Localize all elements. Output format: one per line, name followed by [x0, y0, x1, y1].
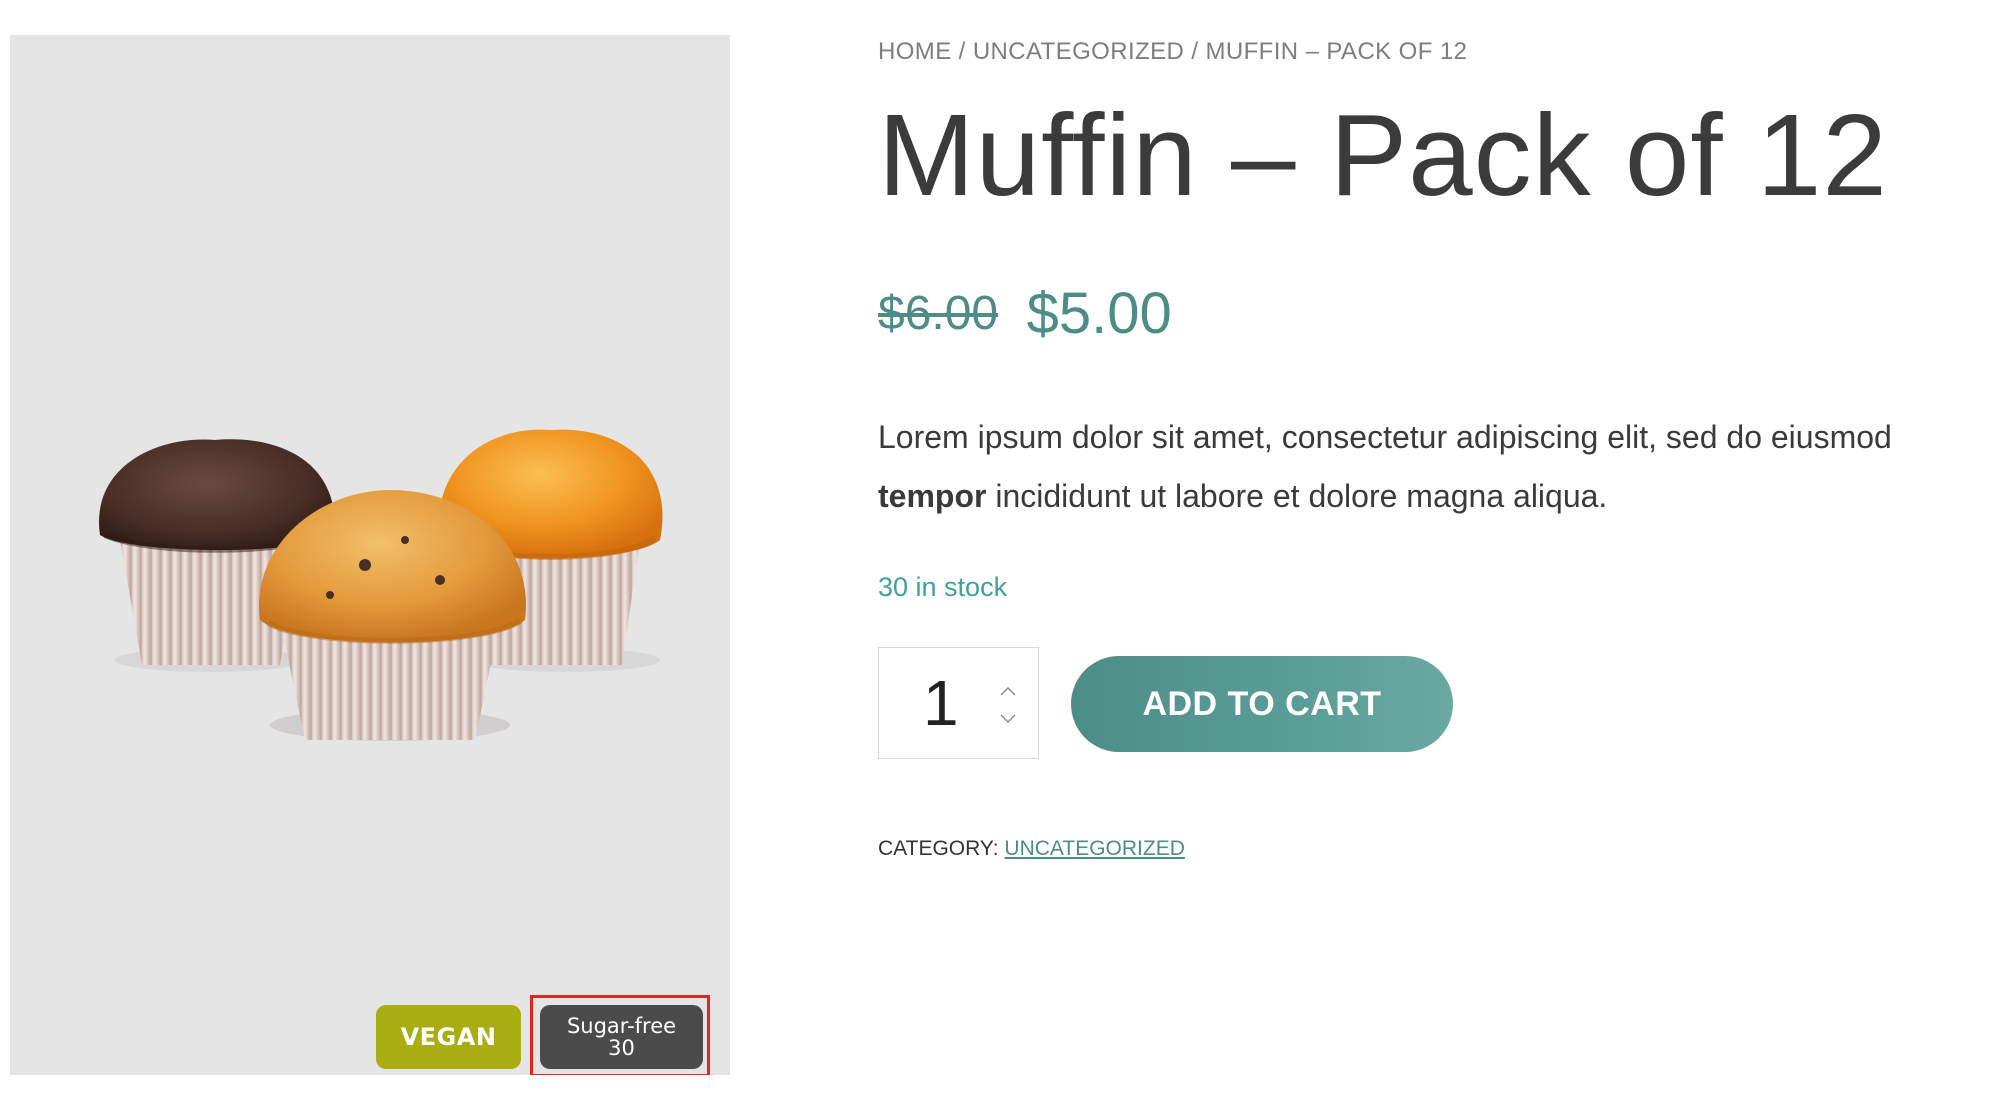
regular-price: $6.00 [878, 287, 999, 340]
category-link[interactable]: UNCATEGORIZED [1004, 837, 1184, 860]
product-image [99, 429, 663, 741]
breadcrumb-separator: / [1184, 38, 1206, 65]
description-text: Lorem ipsum dolor sit amet, consectetur … [878, 419, 1892, 455]
quantity-input[interactable]: 1 [923, 666, 959, 740]
breadcrumb-category-link[interactable]: UNCATEGORIZED [973, 38, 1184, 65]
product-image-panel[interactable]: VEGAN Sugar-free 30 [10, 35, 730, 1075]
product-meta: CATEGORY: UNCATEGORIZED [878, 837, 1185, 861]
add-to-cart-button[interactable]: ADD TO CART [1071, 656, 1453, 752]
vegan-badge-label: VEGAN [400, 1023, 497, 1051]
price: $6.00 $5.00 [878, 280, 1172, 347]
category-label: CATEGORY: [878, 837, 1005, 860]
sale-price: $5.00 [1026, 281, 1172, 346]
vegan-badge: VEGAN [376, 1005, 521, 1069]
breadcrumb-current: MUFFIN – PACK OF 12 [1205, 38, 1468, 65]
description-bold: tempor [878, 478, 987, 514]
description-text: incididunt ut labore et dolore magna ali… [986, 478, 1608, 514]
product-title: Muffin – Pack of 12 [878, 90, 1888, 220]
highlight-box [530, 995, 710, 1075]
chevron-down-icon[interactable] [999, 712, 1017, 726]
breadcrumb: HOME / UNCATEGORIZED / MUFFIN – PACK OF … [878, 38, 1467, 66]
breadcrumb-home-link[interactable]: HOME [878, 38, 952, 65]
product-description: Lorem ipsum dolor sit amet, consectetur … [878, 408, 1938, 526]
breadcrumb-separator: / [951, 38, 973, 65]
stock-status: 30 in stock [878, 572, 1008, 602]
chevron-up-icon[interactable] [999, 684, 1017, 698]
quantity-stepper[interactable]: 1 [878, 647, 1039, 759]
